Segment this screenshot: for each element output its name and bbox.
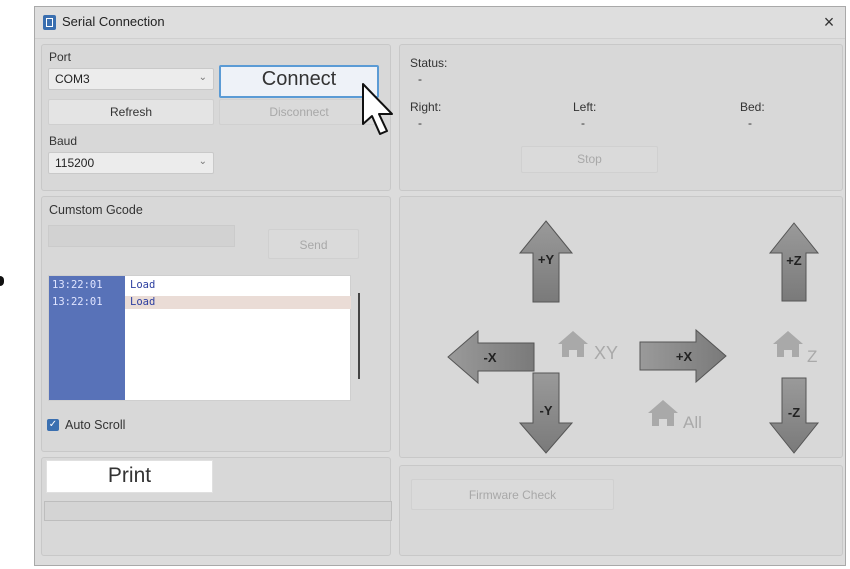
home-all-button[interactable]: All: [648, 400, 702, 432]
home-z-label: Z: [807, 347, 817, 366]
baud-label: Baud: [49, 134, 78, 148]
gcode-log[interactable]: 13:22:01 Load 13:22:01 Load: [48, 275, 351, 401]
chevron-down-icon: ⌄: [198, 72, 207, 83]
right-temp-label: Right:: [410, 100, 442, 114]
jog-minus-z-button[interactable]: -Z: [768, 377, 820, 454]
disconnect-button[interactable]: Disconnect: [219, 99, 379, 125]
status-label: Status:: [410, 56, 448, 70]
log-time: 13:22:01: [52, 279, 103, 291]
serial-connection-window: Serial Connection × Port COM3 ⌄ Connect …: [34, 6, 846, 566]
log-scrollbar[interactable]: [358, 293, 360, 379]
print-button[interactable]: Print: [46, 460, 213, 493]
port-label: Port: [49, 50, 72, 64]
minus-y-label: -Y: [540, 403, 553, 418]
plus-x-label: +X: [676, 349, 693, 364]
home-icon: [773, 331, 803, 357]
port-select-value: COM3: [55, 72, 90, 86]
jog-plus-y-button[interactable]: +Y: [518, 220, 574, 303]
home-z-button[interactable]: Z: [773, 331, 817, 366]
status-value: -: [418, 72, 422, 86]
minus-x-label: -X: [484, 350, 497, 365]
gcode-input[interactable]: [48, 225, 235, 247]
title-bar: Serial Connection ×: [35, 7, 845, 39]
log-timestamp-column: [49, 276, 125, 400]
app-icon: [43, 15, 56, 30]
baud-select[interactable]: 115200 ⌄: [48, 152, 214, 174]
jog-panel: +Y -Y -X +X +Z -Z XY Z All: [399, 196, 843, 458]
autoscroll-label: Auto Scroll: [65, 418, 126, 432]
log-highlight-row: [125, 296, 351, 309]
connect-button[interactable]: Connect: [219, 65, 379, 98]
edge-mark: [0, 276, 4, 286]
gcode-panel: Cumstom Gcode Send 13:22:01 Load 13:22:0…: [41, 196, 391, 452]
home-xy-button[interactable]: XY: [558, 331, 618, 363]
autoscroll-checkbox[interactable]: ✓: [47, 419, 59, 431]
gcode-label: Cumstom Gcode: [49, 203, 143, 217]
print-panel: Print: [41, 457, 392, 556]
jog-plus-z-button[interactable]: +Z: [768, 222, 820, 302]
refresh-button[interactable]: Refresh: [48, 99, 214, 125]
jog-minus-y-button[interactable]: -Y: [518, 372, 574, 454]
close-button[interactable]: ×: [817, 9, 841, 35]
firmware-panel: Firmware Check: [399, 465, 843, 556]
stop-button[interactable]: Stop: [521, 146, 658, 173]
status-panel: Status: - Right: - Left: - Bed: - Stop: [399, 44, 843, 191]
home-xy-label: XY: [594, 343, 618, 363]
left-temp-label: Left:: [573, 100, 597, 114]
plus-y-label: +Y: [538, 252, 555, 267]
mouse-cursor-icon: [362, 83, 393, 135]
log-time: 13:22:01: [52, 296, 103, 308]
jog-minus-x-button[interactable]: -X: [447, 329, 535, 385]
plus-z-label: +Z: [786, 253, 802, 268]
chevron-down-icon: ⌄: [198, 156, 207, 167]
right-temp-value: -: [418, 116, 422, 130]
port-panel: Port COM3 ⌄ Connect Refresh Disconnect B…: [41, 44, 391, 191]
left-temp-value: -: [581, 116, 585, 130]
log-message: Load: [130, 279, 156, 291]
jog-controls: +Y -Y -X +X +Z -Z XY Z All: [447, 220, 820, 454]
home-icon: [558, 331, 588, 357]
home-icon: [648, 400, 678, 426]
firmware-check-button[interactable]: Firmware Check: [411, 479, 614, 510]
minus-z-label: -Z: [788, 405, 800, 420]
log-message: Load: [130, 296, 156, 308]
baud-select-value: 115200: [55, 156, 95, 170]
bed-temp-label: Bed:: [740, 100, 765, 114]
jog-plus-x-button[interactable]: +X: [639, 328, 727, 384]
print-progress-bar: [44, 501, 392, 521]
port-select[interactable]: COM3 ⌄: [48, 68, 214, 90]
bed-temp-value: -: [748, 116, 752, 130]
send-button[interactable]: Send: [268, 229, 359, 259]
window-title: Serial Connection: [62, 14, 165, 29]
home-all-label: All: [683, 413, 702, 432]
